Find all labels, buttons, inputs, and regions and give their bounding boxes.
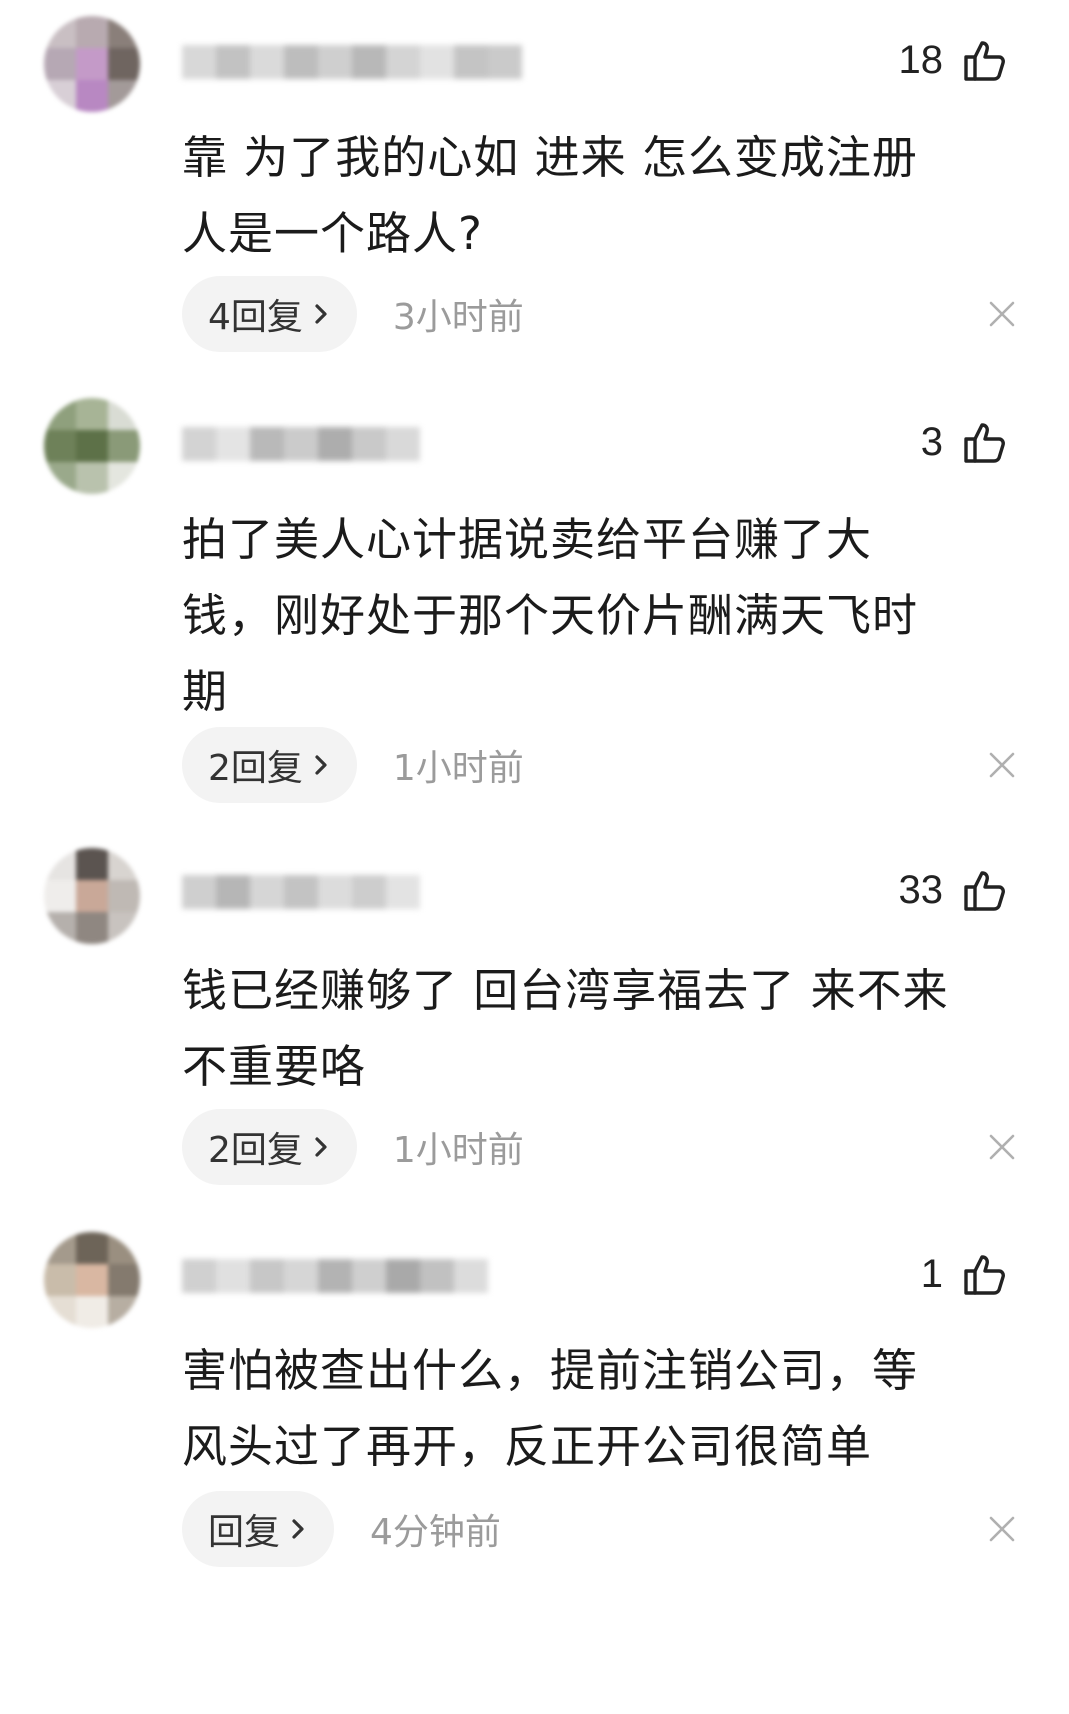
view-replies-button[interactable]: 2回复 (182, 727, 357, 803)
like-count: 3 (920, 419, 943, 464)
comment-meta: 2回复 1小时前 (182, 1109, 524, 1185)
comment-text: 靠 为了我的心如 进来 怎么变成注册 人是一个路人? (182, 120, 1019, 272)
username-blurred[interactable] (182, 36, 522, 88)
chevron-right-icon (315, 1137, 327, 1157)
replies-label: 4回复 (208, 297, 303, 338)
comment-text: 害怕被查出什么，提前注销公司，等 风头过了再开，反正开公司很简单 (182, 1333, 1019, 1485)
like-button[interactable]: 1 (921, 1250, 1009, 1298)
avatar[interactable] (44, 398, 140, 494)
close-icon[interactable] (987, 299, 1017, 329)
username-blurred[interactable] (182, 866, 420, 918)
comment-text-line: 人是一个路人? (182, 207, 483, 260)
comment-text-line: 钱已经赚够了 回台湾享福去了 来不来 (182, 964, 949, 1017)
avatar[interactable] (44, 1232, 140, 1328)
comment-time: 4分钟前 (370, 1512, 501, 1553)
comment-text-line: 不重要咯 (182, 1040, 367, 1093)
thumbs-up-icon (964, 423, 1005, 463)
close-icon[interactable] (987, 1132, 1017, 1162)
comment-meta: 2回复 1小时前 (182, 727, 524, 803)
like-button[interactable]: 3 (921, 418, 1009, 466)
username-blurred[interactable] (182, 418, 420, 470)
like-button[interactable]: 33 (899, 866, 1010, 914)
chevron-right-icon (315, 304, 327, 324)
avatar[interactable] (44, 16, 140, 112)
comment-meta: 4回复 3小时前 (182, 276, 524, 352)
comment-text-line: 钱，刚好处于那个天价片酬满天飞时 (182, 589, 919, 642)
replies-label: 2回复 (208, 1130, 303, 1171)
replies-label: 回复 (208, 1512, 281, 1553)
close-icon[interactable] (987, 750, 1017, 780)
replies-label: 2回复 (208, 748, 303, 789)
comment-text: 钱已经赚够了 回台湾享福去了 来不来 不重要咯 (182, 953, 1019, 1105)
comment-time: 3小时前 (392, 297, 524, 338)
like-button[interactable]: 18 (899, 36, 1010, 84)
close-icon[interactable] (987, 1514, 1017, 1544)
comment-text-line: 期 (182, 665, 229, 718)
like-count: 18 (898, 37, 944, 82)
username-blurred[interactable] (182, 1250, 488, 1302)
thumbs-up-icon (964, 871, 1005, 911)
chevron-right-icon (292, 1519, 304, 1539)
comment-text: 拍了美人心计据说卖给平台赚了大 钱，刚好处于那个天价片酬满天飞时 期 (182, 502, 1019, 730)
view-replies-button[interactable]: 2回复 (182, 1109, 357, 1185)
view-replies-button[interactable]: 回复 (182, 1491, 335, 1567)
thumbs-up-icon (964, 41, 1005, 81)
chevron-right-icon (315, 755, 327, 775)
thumbs-up-icon (964, 1255, 1005, 1295)
view-replies-button[interactable]: 4回复 (182, 276, 357, 352)
comment-time: 1小时前 (392, 1130, 524, 1171)
comment-text-line: 靠 为了我的心如 进来 怎么变成注册 (182, 131, 918, 184)
comment-text-line: 害怕被查出什么，提前注销公司，等 (182, 1344, 919, 1397)
comment-text-line: 拍了美人心计据说卖给平台赚了大 (182, 513, 873, 566)
like-count: 33 (898, 867, 944, 912)
like-count: 1 (920, 1251, 943, 1296)
comment-text-line: 风头过了再开，反正开公司很简单 (182, 1420, 873, 1473)
comment-meta: 回复 4分钟前 (182, 1491, 501, 1567)
avatar[interactable] (44, 848, 140, 944)
comment-time: 1小时前 (392, 748, 524, 789)
